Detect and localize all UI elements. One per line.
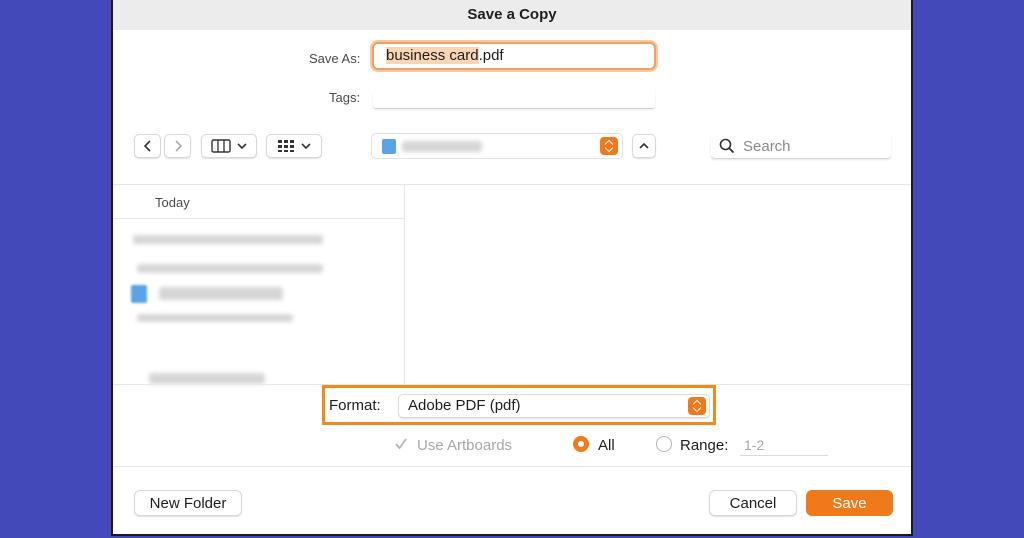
save-as-input[interactable]: business card.pdf <box>372 42 656 70</box>
folder-icon <box>382 139 396 154</box>
location-name-redacted <box>402 141 482 152</box>
range-input[interactable]: 1-2 <box>740 433 828 456</box>
search-icon <box>719 138 735 154</box>
file-row-redacted[interactable] <box>133 235 323 244</box>
forward-button[interactable] <box>164 134 191 158</box>
chevron-right-icon <box>174 140 182 152</box>
search-placeholder: Search <box>743 138 791 155</box>
format-value: Adobe PDF (pdf) <box>408 397 521 414</box>
tags-label: Tags: <box>329 90 361 105</box>
chevron-left-icon <box>143 140 151 152</box>
all-radio[interactable] <box>573 436 589 452</box>
format-highlight: Format: Adobe PDF (pdf) <box>322 385 716 425</box>
cancel-button[interactable]: Cancel <box>709 490 797 516</box>
file-row-redacted[interactable] <box>137 314 293 322</box>
folder-icon <box>131 285 147 303</box>
dialog-title: Save a Copy <box>113 0 911 30</box>
chevron-down-icon <box>236 143 247 150</box>
range-radio[interactable] <box>656 436 672 452</box>
format-stepper-icon <box>688 397 706 415</box>
collapse-button[interactable] <box>632 134 656 158</box>
file-list-header: Today <box>113 185 405 219</box>
all-label: All <box>598 437 615 454</box>
use-artboards-label: Use Artboards <box>417 437 513 454</box>
checkmark-icon[interactable] <box>394 437 408 451</box>
new-folder-button[interactable]: New Folder <box>134 490 242 516</box>
columns-icon <box>210 139 231 153</box>
save-as-selected-text: business card <box>386 47 479 64</box>
file-row-redacted[interactable] <box>159 287 283 300</box>
file-row-redacted[interactable] <box>137 264 323 273</box>
format-label: Format: <box>329 397 381 414</box>
location-stepper-icon <box>600 137 618 155</box>
grid-icon <box>277 140 294 152</box>
chevron-up-icon <box>639 142 649 149</box>
range-value: 1-2 <box>744 437 765 453</box>
format-options-area: Format: Adobe PDF (pdf) Use Artboards Al… <box>113 384 911 467</box>
file-row-redacted[interactable] <box>149 373 265 384</box>
tags-input[interactable] <box>373 88 655 109</box>
footer-divider <box>113 466 911 467</box>
save-button[interactable]: Save <box>806 490 893 516</box>
save-as-extension: .pdf <box>478 47 504 64</box>
view-columns-button[interactable] <box>201 134 257 158</box>
save-dialog: Save a Copy Save As: business card.pdf T… <box>111 0 913 536</box>
format-select[interactable]: Adobe PDF (pdf) <box>398 394 710 418</box>
file-preview-pane <box>405 184 911 384</box>
view-grid-button[interactable] <box>266 134 322 158</box>
range-label: Range: <box>680 437 729 454</box>
chevron-down-icon <box>300 143 311 150</box>
file-list-sidebar: Today <box>113 184 405 384</box>
search-field[interactable]: Search <box>711 134 891 159</box>
save-as-label: Save As: <box>309 51 361 66</box>
section-header-today: Today <box>155 195 190 210</box>
back-button[interactable] <box>134 134 161 158</box>
location-popup[interactable] <box>371 133 623 159</box>
